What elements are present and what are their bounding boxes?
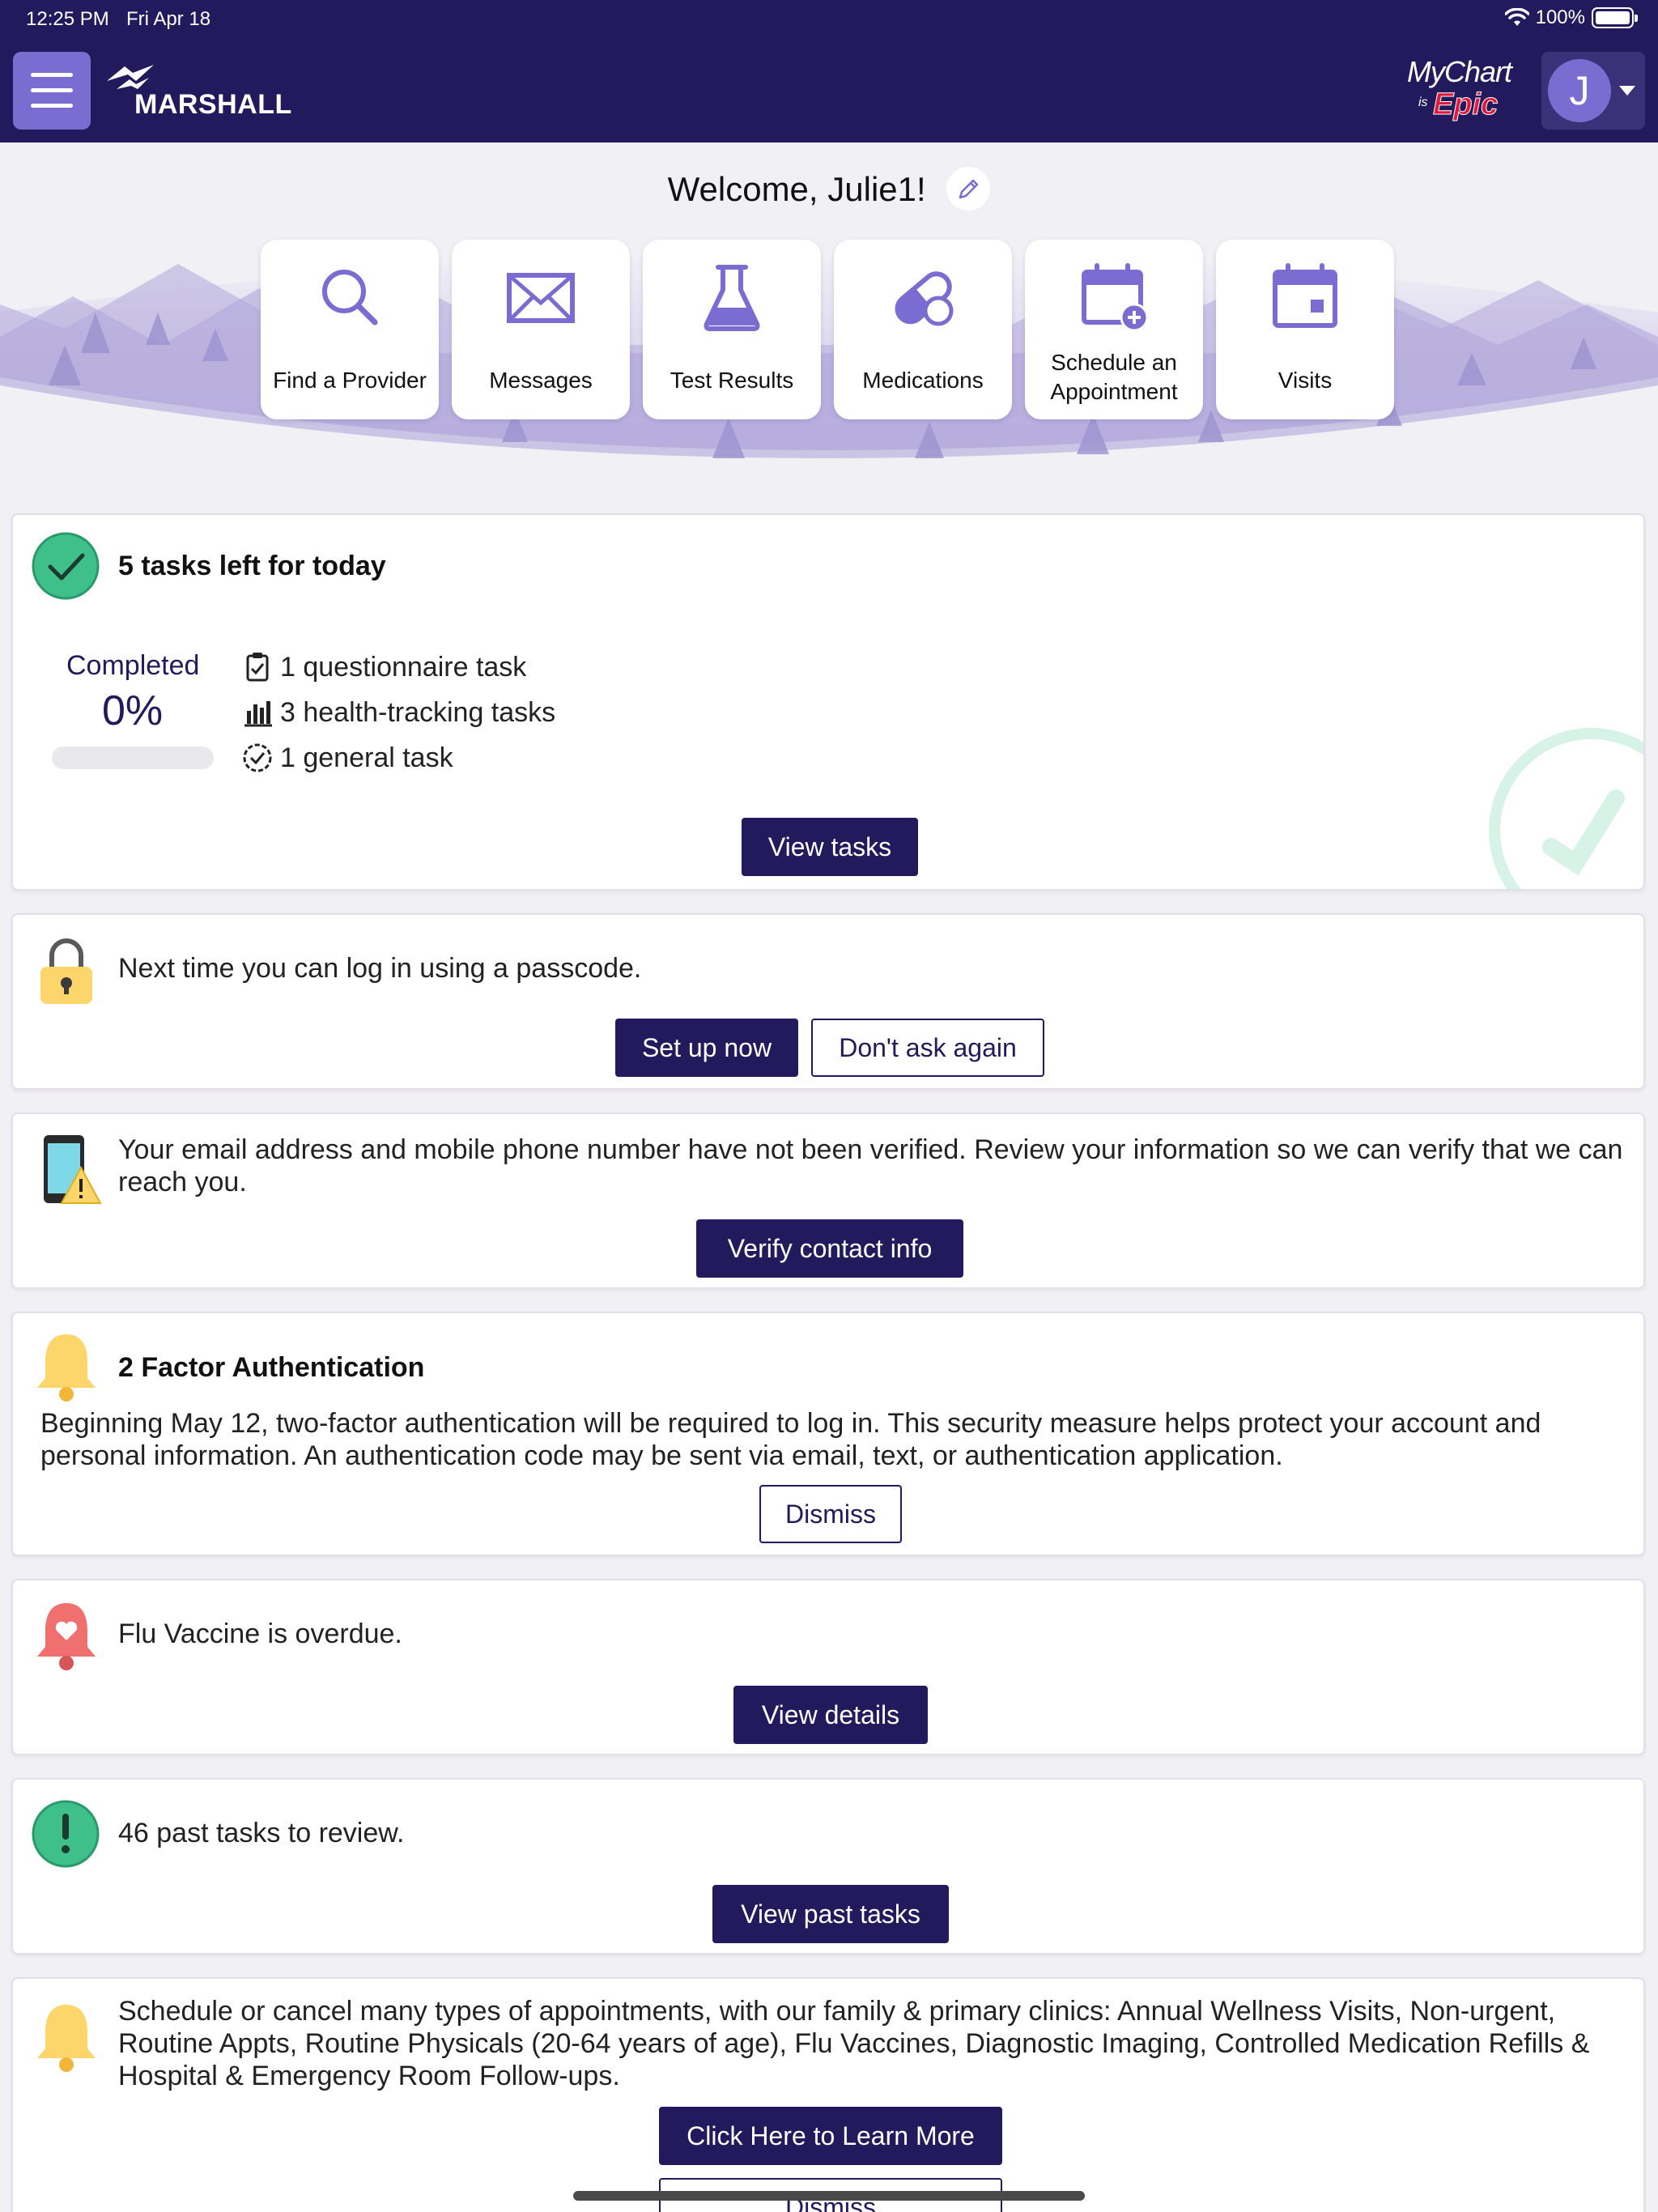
epic-text: Epic [1432,87,1499,122]
test-results-button[interactable]: Test Results [643,240,821,419]
task-item: 1 questionnaire task [280,652,527,683]
app-header: MARSHALL MyChart is Epic J [0,39,1658,143]
find-provider-button[interactable]: Find a Provider [261,240,439,419]
heart-bell-icon [37,1603,96,1670]
quick-action-label: Visits [1278,368,1333,393]
wifi-icon [1504,8,1529,26]
quick-actions: Find a Provider Messages Test Results Me… [261,240,1394,419]
two-factor-title: 2 Factor Authentication [118,1352,425,1383]
quick-action-label: Find a Provider [273,368,427,393]
battery-percent: 100% [1535,6,1585,28]
envelope-icon [507,273,575,323]
chevron-down-icon [1619,86,1635,96]
status-time: 12:25 PM [26,8,109,30]
mychart-epic-logo: MyChart is Epic [1407,55,1520,128]
edit-name-button[interactable] [946,167,991,211]
battery-icon [1592,7,1638,28]
learn-more-button[interactable]: Click Here to Learn More [659,2107,1002,2165]
set-up-now-button[interactable]: Set up now [615,1019,798,1077]
status-right: 100% [1504,6,1638,29]
status-bar: 12:25 PM Fri Apr 18 100% [0,0,1658,39]
schedule-appointment-button[interactable]: Schedule an Appointment [1025,240,1203,419]
mychart-is-text: is [1418,96,1428,109]
bell-icon [37,1334,96,1402]
verify-contact-card: Your email address and mobile phone numb… [11,1112,1645,1289]
task-item: 1 general task [280,742,453,773]
welcome-text: Welcome, Julie1! [667,170,926,209]
lock-icon [40,938,92,1004]
passcode-card: Next time you can log in using a passcod… [11,913,1645,1090]
clock-check-icon [243,743,272,772]
two-factor-card: 2 Factor Authentication Beginning May 12… [11,1312,1645,1556]
verify-text: Your email address and mobile phone numb… [118,1134,1623,1197]
search-icon [322,270,378,325]
brand-name: MARSHALL [134,89,292,120]
quick-action-label: Test Results [670,368,794,393]
quick-action-label: Schedule an Appointment [1050,350,1178,404]
two-factor-text: Beginning May 12, two-factor authenticat… [40,1408,1541,1471]
schedule-info-card: Schedule or cancel many types of appoint… [11,1977,1645,2212]
quick-action-label: Medications [862,368,984,393]
status-date: Fri Apr 18 [126,8,211,30]
passcode-text: Next time you can log in using a passcod… [118,953,642,984]
view-details-button[interactable]: View details [733,1686,928,1744]
dismiss-two-factor-button[interactable]: Dismiss [759,1485,902,1543]
home-indicator [573,2191,1085,2201]
check-circle-icon [32,532,100,600]
visits-button[interactable]: Visits [1216,240,1394,419]
view-tasks-button[interactable]: View tasks [742,818,918,876]
tasks-title: 5 tasks left for today [118,551,386,581]
past-tasks-text: 46 past tasks to review. [118,1818,405,1848]
messages-button[interactable]: Messages [452,240,630,419]
quick-action-label: Messages [489,368,593,393]
account-menu[interactable]: J [1541,52,1645,130]
completed-label: Completed [66,650,200,681]
bar-chart-icon [244,701,272,727]
schedule-info-text: Schedule or cancel many types of appoint… [118,1996,1590,2091]
avatar: J [1548,59,1611,122]
calendar-icon [1273,263,1337,328]
tasks-card: 5 tasks left for today Completed 0% 1 qu… [11,513,1645,891]
tasks-progress-bar [52,747,214,769]
clipboard-check-icon [246,653,269,682]
view-past-tasks-button[interactable]: View past tasks [712,1885,949,1943]
medications-button[interactable]: Medications [834,240,1012,419]
mychart-text: MyChart [1407,55,1512,88]
pencil-icon [959,179,979,199]
clock-watermark-icon [1489,728,1643,889]
exclamation-circle-icon [32,1800,100,1868]
verify-contact-button[interactable]: Verify contact info [696,1219,963,1278]
welcome-banner: Welcome, Julie1! Find a Provider Message… [0,143,1658,474]
dont-ask-again-button[interactable]: Don't ask again [811,1019,1044,1077]
flu-vaccine-card: Flu Vaccine is overdue. View details [11,1579,1645,1755]
menu-button[interactable] [13,52,91,130]
flask-icon [704,265,760,331]
flu-vaccine-text: Flu Vaccine is overdue. [118,1619,402,1649]
phone-warning-icon [44,1135,102,1204]
bell-icon [37,2005,96,2072]
completed-percent: 0% [102,687,164,734]
task-item: 3 health-tracking tasks [280,697,556,728]
calendar-plus-icon [1082,263,1149,332]
past-tasks-card: 46 past tasks to review. View past tasks [11,1778,1645,1955]
welcome-heading: Welcome, Julie1! [0,167,1658,214]
pill-icon [895,271,954,326]
